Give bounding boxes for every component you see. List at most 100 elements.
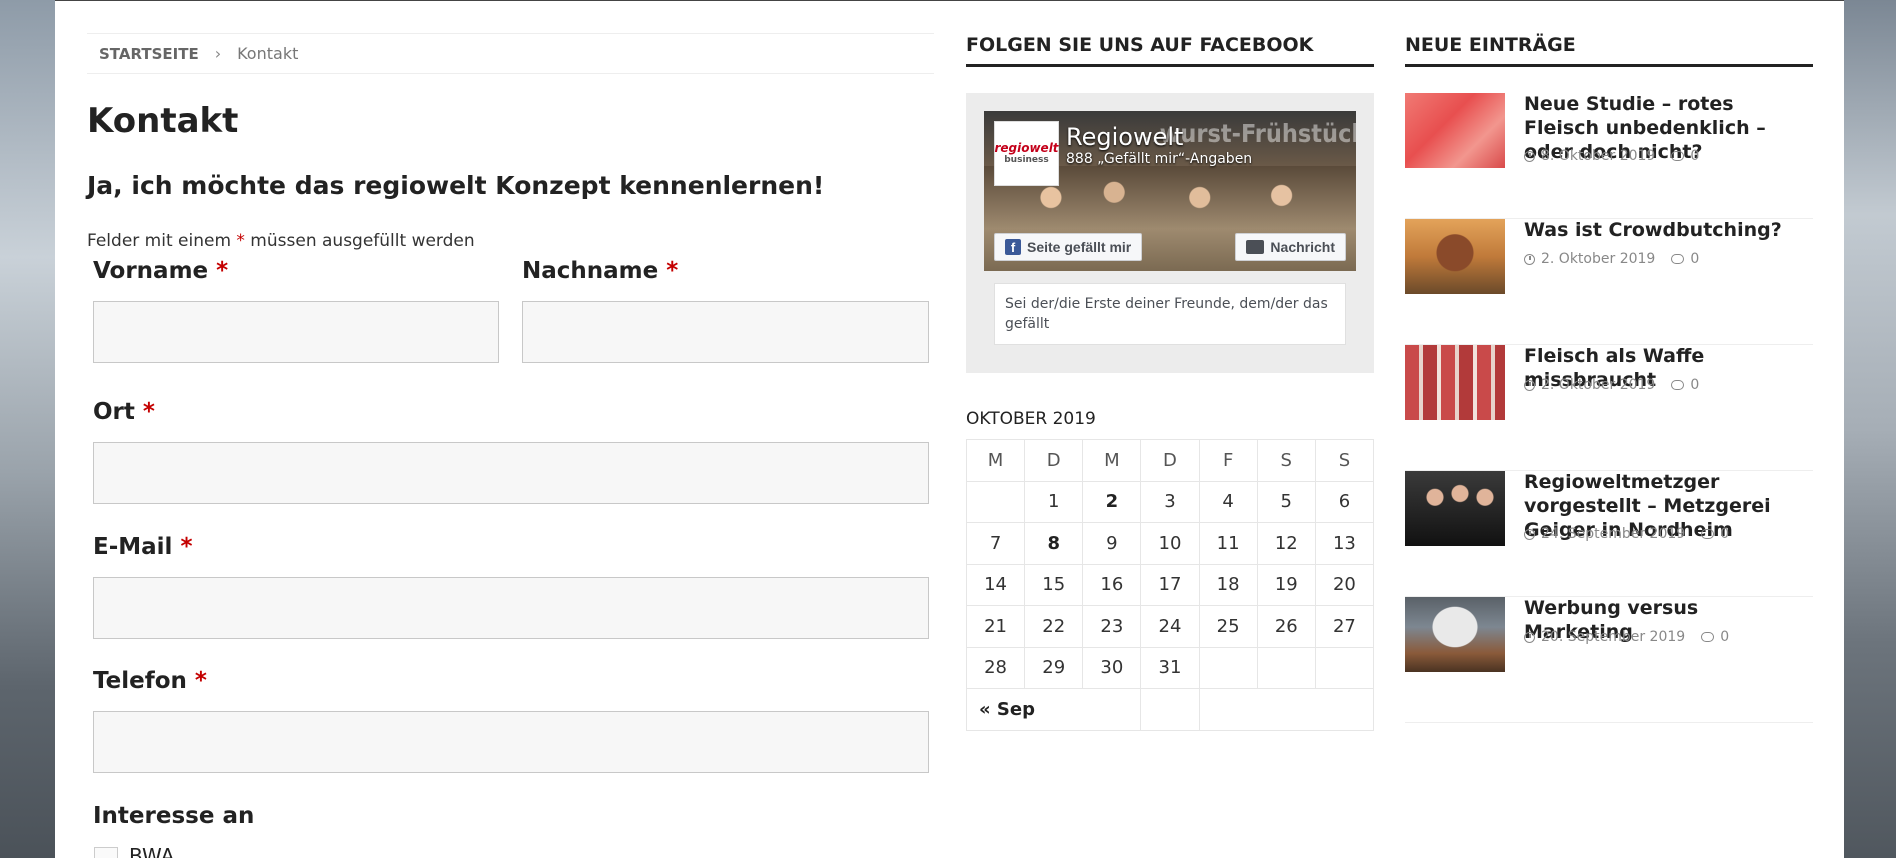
facebook-widget-title: Folgen Sie uns auf Facebook bbox=[966, 34, 1374, 67]
like-button-label: Seite gefällt mir bbox=[1027, 239, 1132, 255]
calendar-weekday: M bbox=[965, 439, 1026, 482]
interest-bwa-checkbox[interactable] bbox=[94, 847, 118, 858]
calendar-day: 17 bbox=[1140, 563, 1200, 606]
breadcrumb: Startseite › Kontakt bbox=[87, 33, 934, 74]
clock-icon bbox=[1524, 631, 1535, 643]
clock-icon bbox=[1524, 150, 1535, 162]
calendar-day: 26 bbox=[1256, 605, 1316, 648]
page-container: Startseite › Kontakt Kontakt Ja, ich möc… bbox=[55, 0, 1844, 858]
comment-icon bbox=[1671, 151, 1685, 161]
post-comments-link[interactable]: 0 bbox=[1720, 526, 1729, 542]
calendar-day-link[interactable]: 2 bbox=[1082, 480, 1142, 523]
ort-input[interactable] bbox=[93, 442, 929, 504]
calendar-caption: OKTOBER 2019 bbox=[966, 409, 1096, 429]
calendar-day: 29 bbox=[1024, 646, 1084, 689]
vorname-label: Vorname * bbox=[93, 258, 228, 284]
calendar-day: 4 bbox=[1198, 480, 1258, 523]
calendar-day: 19 bbox=[1256, 563, 1316, 606]
required-star: * bbox=[194, 668, 207, 694]
recent-post-item: Regioweltmetzger vorgestellt – Metzgerei… bbox=[1405, 471, 1813, 597]
vorname-label-text: Vorname bbox=[93, 258, 209, 284]
nachname-input[interactable] bbox=[522, 301, 929, 363]
message-icon bbox=[1246, 240, 1265, 254]
calendar-day: 25 bbox=[1198, 605, 1258, 648]
background-right bbox=[1844, 0, 1896, 858]
calendar-day: 21 bbox=[965, 605, 1026, 648]
calendar-day: 14 bbox=[965, 563, 1026, 606]
nachname-label-text: Nachname bbox=[522, 258, 659, 284]
calendar-day: 13 bbox=[1314, 522, 1375, 565]
calendar-weekday: D bbox=[1140, 439, 1200, 482]
post-meta: 24. September 2019 0 bbox=[1524, 526, 1729, 542]
post-date: 24. September 2019 bbox=[1541, 526, 1686, 542]
facebook-page-logo[interactable]: regiowelt business bbox=[994, 121, 1059, 186]
required-note-text: Felder mit einem bbox=[87, 231, 237, 251]
vorname-input[interactable] bbox=[93, 301, 499, 363]
post-date: 2. Oktober 2019 bbox=[1541, 377, 1656, 393]
calendar-day: 15 bbox=[1024, 563, 1084, 606]
comment-icon bbox=[1671, 254, 1685, 264]
post-thumbnail-marketing-plan[interactable] bbox=[1405, 597, 1505, 672]
facebook-page-name[interactable]: Regiowelt bbox=[1066, 123, 1183, 151]
logo-text: regiowelt bbox=[994, 141, 1059, 155]
interest-label: Interesse an bbox=[93, 803, 255, 829]
post-thumbnail-meat[interactable] bbox=[1405, 93, 1505, 168]
comment-icon bbox=[1671, 380, 1685, 390]
required-star: * bbox=[142, 399, 155, 425]
calendar-empty-cell bbox=[1256, 646, 1316, 689]
post-meta: 2. Oktober 2019 0 bbox=[1524, 251, 1699, 267]
post-thumbnail-meat-counter[interactable] bbox=[1405, 345, 1505, 420]
logo-subtext: business bbox=[1004, 155, 1049, 165]
post-date: 2. Oktober 2019 bbox=[1541, 251, 1656, 267]
calendar-day: 12 bbox=[1256, 522, 1316, 565]
facebook-cover-image[interactable]: ...wurst-Frühstück regiowelt business Re… bbox=[984, 111, 1356, 271]
nachname-label: Nachname * bbox=[522, 258, 678, 284]
calendar-prev-month-link[interactable]: « Sep bbox=[965, 688, 1142, 731]
required-note: Felder mit einem * müssen ausgefüllt wer… bbox=[87, 231, 475, 251]
calendar-weekday: F bbox=[1198, 439, 1258, 482]
breadcrumb-separator: › bbox=[214, 44, 222, 63]
ort-label-text: Ort bbox=[93, 399, 135, 425]
recent-post-item: Neue Studie – rotes Fleisch unbedenklich… bbox=[1405, 93, 1813, 219]
email-input[interactable] bbox=[93, 577, 929, 639]
comment-icon bbox=[1701, 632, 1715, 642]
breadcrumb-current: Kontakt bbox=[237, 44, 299, 63]
facebook-likes-count: 888 „Gefällt mir“-Angaben bbox=[1066, 151, 1253, 167]
post-title-link[interactable]: Was ist Crowdbutching? bbox=[1524, 219, 1813, 243]
facebook-friends-text: Sei der/die Erste deiner Freunde, dem/de… bbox=[994, 283, 1346, 345]
calendar-day: 20 bbox=[1314, 563, 1375, 606]
calendar-day: 31 bbox=[1140, 646, 1200, 689]
post-thumbnail-cow[interactable] bbox=[1405, 219, 1505, 294]
telefon-input[interactable] bbox=[93, 711, 929, 773]
required-star: * bbox=[666, 258, 679, 284]
page-title: Kontakt bbox=[87, 101, 239, 141]
calendar-day: 30 bbox=[1082, 646, 1142, 689]
calendar-day: 9 bbox=[1082, 522, 1142, 565]
calendar-day: 24 bbox=[1140, 605, 1200, 648]
facebook-message-button[interactable]: Nachricht bbox=[1235, 233, 1346, 261]
post-comments-link[interactable]: 0 bbox=[1720, 629, 1729, 645]
post-meta: 2. Oktober 2019 0 bbox=[1524, 377, 1699, 393]
clock-icon bbox=[1524, 528, 1535, 540]
recent-posts-widget-title: Neue Einträge bbox=[1405, 34, 1813, 67]
calendar-day-link[interactable]: 8 bbox=[1024, 522, 1084, 565]
facebook-like-button[interactable]: f Seite gefällt mir bbox=[994, 233, 1143, 261]
calendar-day: 18 bbox=[1198, 563, 1258, 606]
post-date: 8. Oktober 2019 bbox=[1541, 148, 1656, 164]
facebook-f-icon: f bbox=[1005, 239, 1021, 255]
calendar-day: 23 bbox=[1082, 605, 1142, 648]
comment-icon bbox=[1701, 529, 1715, 539]
ort-label: Ort * bbox=[93, 399, 155, 425]
required-star: * bbox=[236, 231, 245, 251]
clock-icon bbox=[1524, 253, 1535, 265]
calendar-day: 27 bbox=[1314, 605, 1375, 648]
breadcrumb-home-link[interactable]: Startseite bbox=[99, 45, 199, 63]
post-comments-link[interactable]: 0 bbox=[1690, 377, 1699, 393]
calendar-weekday: D bbox=[1024, 439, 1084, 482]
post-comments-link[interactable]: 0 bbox=[1690, 148, 1699, 164]
post-thumbnail-butchers[interactable] bbox=[1405, 471, 1505, 546]
post-meta: 8. Oktober 2019 0 bbox=[1524, 148, 1699, 164]
post-comments-link[interactable]: 0 bbox=[1690, 251, 1699, 267]
calendar-footer-spacer bbox=[1140, 688, 1200, 731]
calendar-empty-cell bbox=[1198, 646, 1258, 689]
